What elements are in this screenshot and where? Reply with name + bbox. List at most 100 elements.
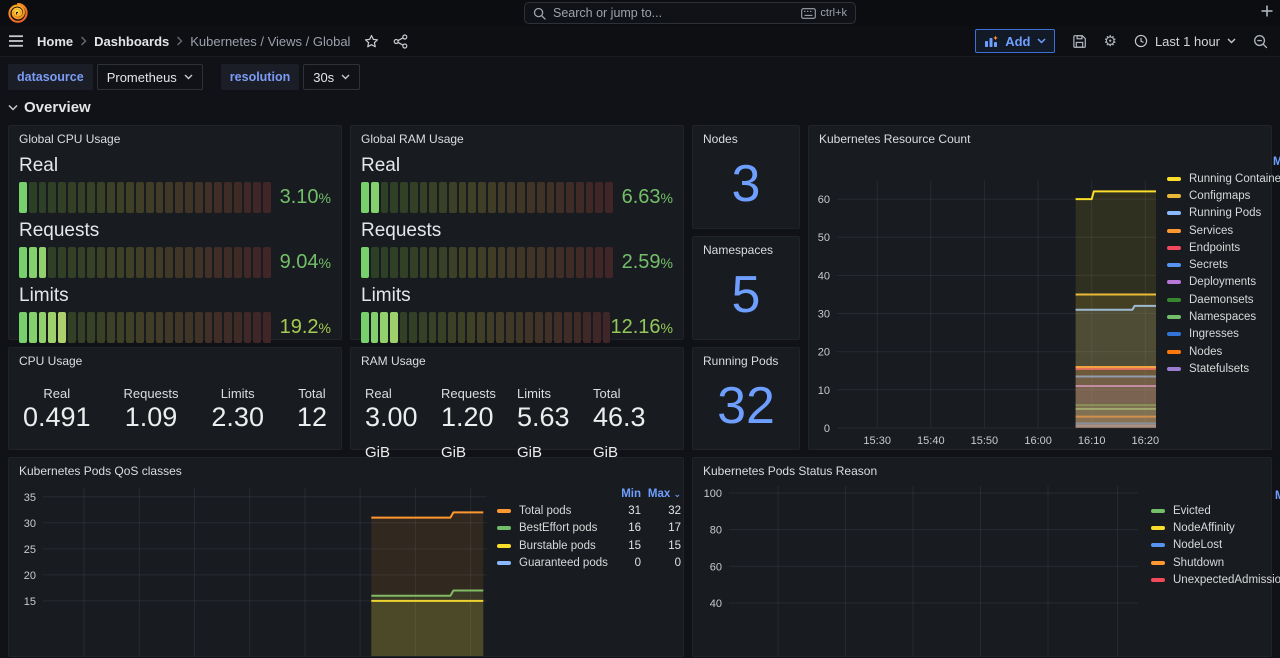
stat: Requests 1.20 GiB [441, 386, 517, 464]
breadcrumb-home[interactable]: Home [37, 34, 73, 49]
gauge-cell [448, 312, 456, 343]
legend-max-value: 32 [668, 504, 681, 517]
gauge-cell [165, 247, 174, 278]
stat-value: 3.00 GiB [365, 402, 418, 462]
gauge-cell [448, 182, 457, 213]
panel-title[interactable]: Nodes [703, 132, 738, 146]
panel-title[interactable]: CPU Usage [19, 354, 82, 368]
panel-title[interactable]: RAM Usage [361, 354, 426, 368]
stat: Real 0.491 [23, 386, 91, 433]
save-dashboard-icon[interactable] [1072, 34, 1087, 49]
stat: Total 46.3 GiB [593, 386, 669, 464]
panel-title[interactable]: Global RAM Usage [361, 132, 464, 146]
legend-item[interactable]: Burstable pods [497, 540, 605, 552]
legend-item[interactable]: Services [1167, 222, 1280, 239]
legend-item[interactable]: Evicted [1151, 502, 1280, 519]
svg-text:10: 10 [818, 385, 830, 397]
gauge-cell [605, 182, 613, 213]
svg-text:40: 40 [710, 598, 722, 610]
new-item-plus-icon[interactable] [1260, 4, 1274, 18]
legend-item[interactable]: Deployments [1167, 274, 1280, 291]
legend-item[interactable]: Shutdown [1151, 554, 1280, 571]
breadcrumb-dashboards[interactable]: Dashboards [94, 34, 169, 49]
zoom-out-time-icon[interactable] [1253, 34, 1268, 49]
resolution-variable-label: resolution [220, 64, 300, 90]
datasource-variable-select[interactable]: Prometheus [96, 64, 203, 90]
gauge-cell [233, 247, 242, 278]
legend-item[interactable]: UnexpectedAdmissionError [1151, 571, 1280, 588]
gauge-value: 19.2% [279, 316, 331, 338]
panel-title[interactable]: Global CPU Usage [19, 132, 120, 146]
stat-value: 0.491 [23, 402, 91, 432]
svg-text:16:20: 16:20 [1132, 435, 1160, 447]
legend-max-header-clipped[interactable]: Max [1275, 490, 1280, 502]
legend-item[interactable]: Endpoints [1167, 239, 1280, 256]
gauge-cell [544, 312, 553, 343]
legend-item[interactable]: BestEffort pods [497, 522, 605, 534]
gauge-cell [48, 247, 57, 278]
legend-item[interactable]: Nodes [1167, 343, 1280, 360]
panel-pods-status-reason: Kubernetes Pods Status Reason 40 60 80 100 … [692, 457, 1280, 657]
panel-title[interactable]: Namespaces [703, 243, 773, 257]
menu-hamburger-icon[interactable] [8, 34, 24, 48]
legend-series-name: NodeLost [1173, 539, 1223, 552]
dashboard-settings-gear-icon[interactable]: ⚙ [1104, 33, 1117, 49]
legend-item[interactable]: Statefulsets [1167, 360, 1280, 377]
legend-min-value: 15 [628, 539, 641, 552]
add-button[interactable]: Add [975, 29, 1055, 53]
gauge-cell [155, 247, 164, 278]
stat-value: 5.63 GiB [517, 402, 570, 462]
legend-item[interactable]: Total pods [497, 505, 605, 517]
legend-col-max[interactable]: Max ⌄ [641, 488, 681, 500]
legend-item[interactable]: Running Pods [1167, 205, 1280, 222]
datasource-variable-value: Prometheus [106, 69, 177, 85]
search-placeholder: Search or jump to... [553, 6, 663, 20]
gauge-cell [575, 182, 584, 213]
overview-row-toggle[interactable]: Overview [8, 99, 91, 116]
gauge-cell [536, 247, 545, 278]
legend-item[interactable]: Running Containers [1167, 170, 1280, 187]
gauge-cell [28, 312, 37, 343]
legend-series-name: Statefulsets [1189, 362, 1250, 375]
legend-item[interactable]: NodeAffinity [1151, 519, 1280, 536]
gauge-cell [429, 247, 438, 278]
legend-max-value: 0 [674, 556, 681, 569]
panel-title[interactable]: Running Pods [703, 354, 778, 368]
search-input[interactable]: Search or jump to... ctrl+k [524, 2, 856, 24]
svg-text:15: 15 [24, 596, 36, 608]
gauge-cell [185, 247, 193, 278]
gauge-cell [566, 247, 574, 278]
gauge-cell [556, 182, 565, 213]
legend-series-name: UnexpectedAdmissionError [1173, 573, 1280, 586]
gauge-cell [564, 312, 572, 343]
legend-color-dash [1167, 211, 1181, 216]
legend-item[interactable]: Configmaps [1167, 187, 1280, 204]
legend-max-header-clipped[interactable]: Max [1273, 156, 1280, 168]
legend-item[interactable]: Namespaces [1167, 308, 1280, 325]
legend-item[interactable]: Guaranteed pods [497, 557, 608, 569]
gauge-cell [497, 182, 506, 213]
stat-value: 12 [296, 402, 327, 432]
legend-item[interactable]: Daemonsets [1167, 291, 1280, 308]
share-icon[interactable] [393, 33, 408, 49]
breadcrumb-current[interactable]: Kubernetes / Views / Global [190, 34, 350, 49]
grafana-logo[interactable] [8, 3, 28, 23]
dashboard-nav-bar: Home Dashboards Kubernetes / Views / Glo… [0, 26, 1280, 57]
ram-usage-stats: Real 3.00 GiB Requests 1.20 GiB Limits 5.63 G… [365, 386, 669, 464]
svg-text:0: 0 [824, 423, 830, 435]
gauge-cell [106, 182, 115, 213]
resolution-variable-select[interactable]: 30s [303, 64, 361, 90]
gauge-cell [185, 312, 193, 343]
panel-ram-usage: RAM Usage Real 3.00 GiB Requests 1.20 GiB Li… [350, 347, 684, 461]
gauge-cell [253, 182, 262, 213]
gauge-cell [67, 182, 76, 213]
legend-item[interactable]: Secrets [1167, 256, 1280, 273]
gauge-cell [67, 247, 76, 278]
legend-col-min[interactable]: Min [605, 488, 641, 500]
legend-item[interactable]: Ingresses [1167, 326, 1280, 343]
time-range-picker[interactable]: Last 1 hour [1134, 34, 1236, 49]
gauge-cell [145, 247, 154, 278]
legend-item[interactable]: NodeLost [1151, 537, 1280, 554]
favorite-star-icon[interactable] [364, 34, 379, 49]
gauge-cell [77, 182, 86, 213]
